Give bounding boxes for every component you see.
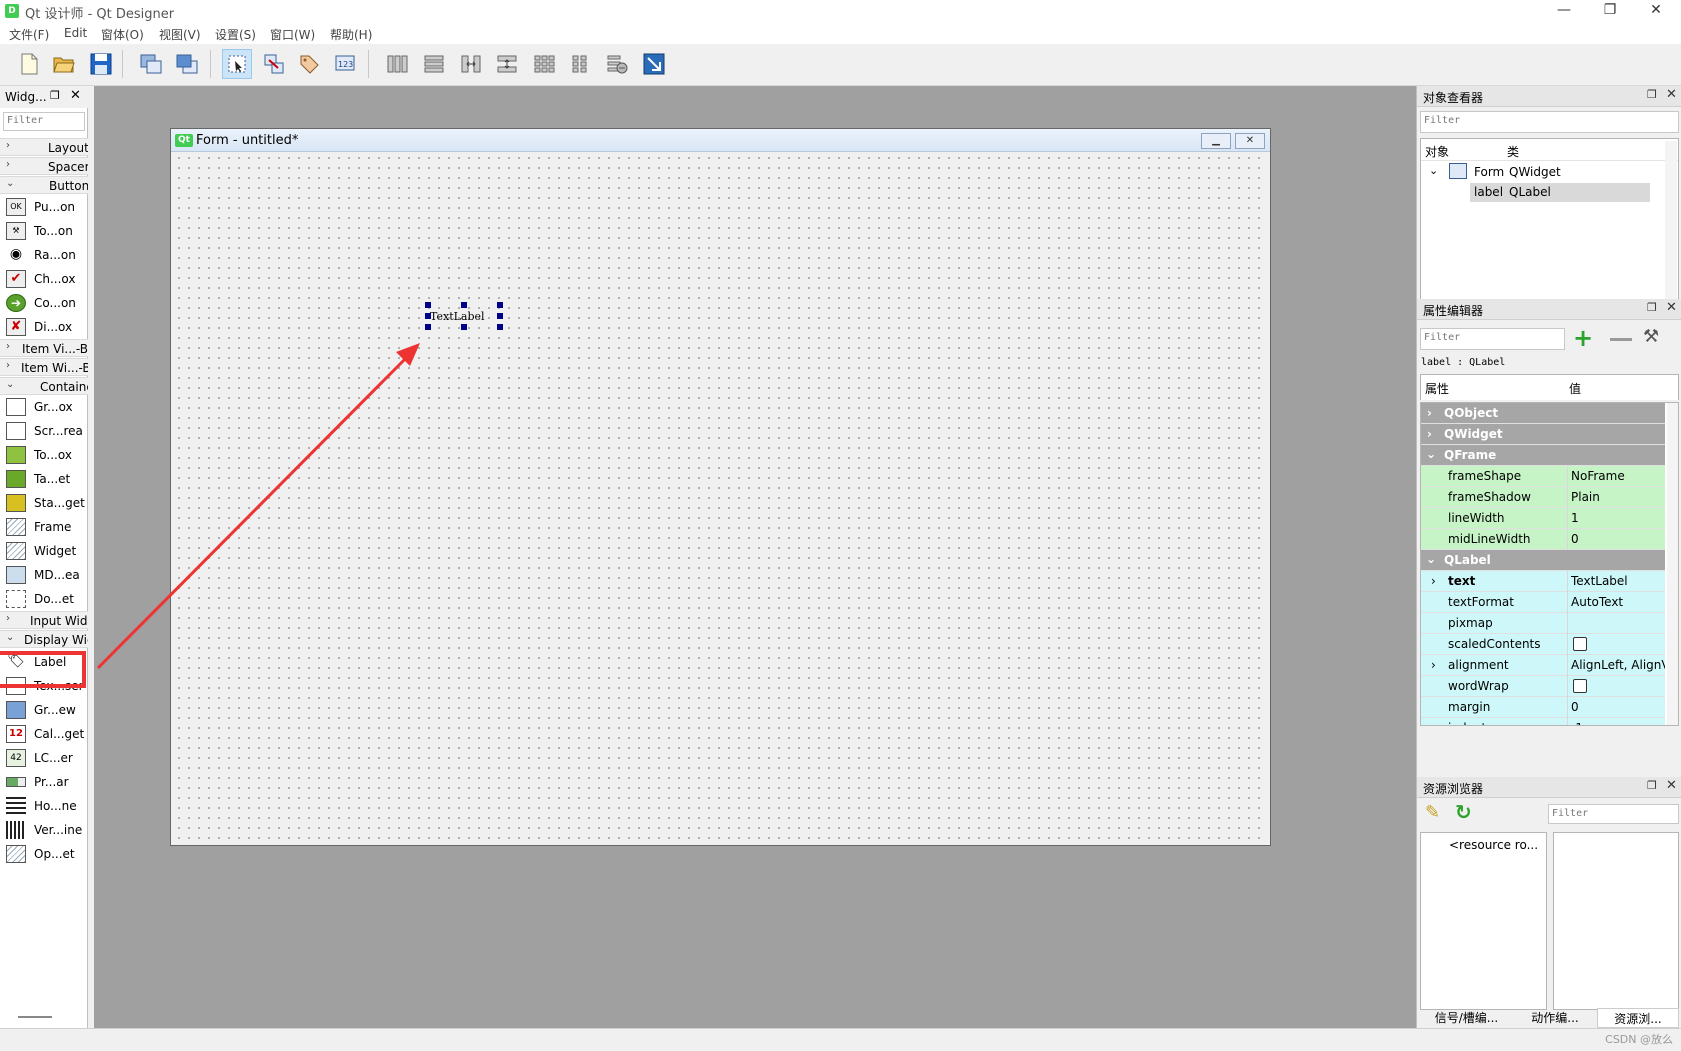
tree-row-form[interactable]: Form: [1474, 165, 1504, 179]
float-icon[interactable]: ❐: [1647, 779, 1657, 792]
add-dynamic-property-icon[interactable]: +: [1573, 326, 1593, 350]
resource-list[interactable]: [1553, 832, 1679, 1010]
prop-indent[interactable]: indent-1: [1421, 718, 1665, 725]
float-icon[interactable]: ❐: [1647, 88, 1657, 101]
resource-root-item[interactable]: <resource ro...: [1449, 838, 1538, 852]
edit-resources-icon[interactable]: ✎: [1425, 802, 1440, 823]
object-tree-header: 对象 类: [1421, 139, 1678, 161]
prop-frameShape[interactable]: frameShape NoFrame: [1421, 466, 1665, 487]
prop-midLineWidth[interactable]: midLineWidth 0: [1421, 529, 1665, 550]
tree-row-form-class: QWidget: [1509, 165, 1561, 179]
reload-icon[interactable]: ↻: [1455, 800, 1472, 824]
prop-pixmap[interactable]: pixmap: [1421, 613, 1665, 634]
col-class: 类: [1507, 145, 1520, 159]
group-qlabel[interactable]: ⌄ QLabel: [1421, 550, 1665, 571]
prop-scaledContents[interactable]: scaledContents: [1421, 634, 1665, 655]
property-scrollbar[interactable]: [1667, 403, 1678, 725]
resource-filter-input[interactable]: Filter: [1548, 804, 1679, 824]
object-inspector-title: 对象查看器: [1423, 91, 1484, 105]
configure-wrench-icon[interactable]: ⚒: [1643, 326, 1659, 347]
property-context-label: label : QLabel: [1421, 357, 1506, 368]
right-dock-area: 对象查看器 ❐ ✕ Filter 对象 类 ⌄ Form QWidget lab…: [1416, 86, 1681, 1028]
close-icon[interactable]: ✕: [1666, 300, 1677, 315]
prop-alignment[interactable]: › alignment AlignLeft, AlignV: [1421, 655, 1665, 676]
object-tree[interactable]: 对象 类 ⌄ Form QWidget label QLabel: [1420, 138, 1679, 308]
float-icon[interactable]: ❐: [1647, 301, 1657, 314]
resource-browser-title: 资源浏览器: [1423, 782, 1484, 796]
group-qobject[interactable]: › QObject: [1421, 403, 1665, 424]
property-editor-title: 属性编辑器: [1423, 304, 1484, 318]
property-table-header: 属性 值: [1420, 374, 1679, 400]
prop-textFormat[interactable]: textFormat AutoText: [1421, 592, 1665, 613]
col-object: 对象: [1425, 145, 1450, 159]
remove-property-icon[interactable]: [1610, 338, 1632, 341]
object-inspector-header: 对象查看器 ❐ ✕: [1417, 86, 1681, 107]
resource-tree[interactable]: <resource ro...: [1420, 832, 1547, 1010]
prop-lineWidth[interactable]: lineWidth 1: [1421, 508, 1665, 529]
col-value: 值: [1569, 382, 1582, 396]
form-widget-icon: [1449, 163, 1467, 179]
wordWrap-checkbox[interactable]: [1573, 679, 1587, 693]
property-filter-input[interactable]: Filter: [1420, 328, 1565, 350]
tree-row-label: label: [1474, 185, 1504, 199]
status-bar: [0, 1028, 1681, 1051]
expand-arrow-icon[interactable]: ⌄: [1429, 164, 1438, 177]
tab-resource-browser[interactable]: 资源浏...: [1597, 1008, 1679, 1028]
prop-margin[interactable]: margin 0: [1421, 697, 1665, 718]
object-filter-input[interactable]: Filter: [1420, 111, 1679, 133]
prop-frameShadow[interactable]: frameShadow Plain: [1421, 487, 1665, 508]
prop-text[interactable]: › text TextLabel: [1421, 571, 1665, 592]
prop-wordWrap[interactable]: wordWrap: [1421, 676, 1665, 697]
tree-row-label-class: QLabel: [1509, 185, 1551, 199]
property-editor-header: 属性编辑器 ❐ ✕: [1417, 299, 1681, 320]
tab-signal-slot-editor[interactable]: 信号/槽编...: [1420, 1008, 1513, 1028]
group-qframe[interactable]: ⌄ QFrame: [1421, 445, 1665, 466]
scrollbar[interactable]: [1665, 141, 1677, 305]
property-table[interactable]: › QObject › QWidget ⌄ QFrame frameShape NoFr…: [1420, 402, 1679, 726]
tab-action-editor[interactable]: 动作编...: [1515, 1008, 1595, 1028]
resource-browser-header: 资源浏览器 ❐ ✕: [1417, 777, 1681, 798]
close-icon[interactable]: ✕: [1666, 87, 1677, 102]
close-icon[interactable]: ✕: [1666, 778, 1677, 793]
group-qwidget[interactable]: › QWidget: [1421, 424, 1665, 445]
scaledContents-checkbox[interactable]: [1573, 637, 1587, 651]
watermark-text: CSDN @放么: [1605, 1033, 1673, 1046]
col-property: 属性: [1425, 382, 1450, 396]
